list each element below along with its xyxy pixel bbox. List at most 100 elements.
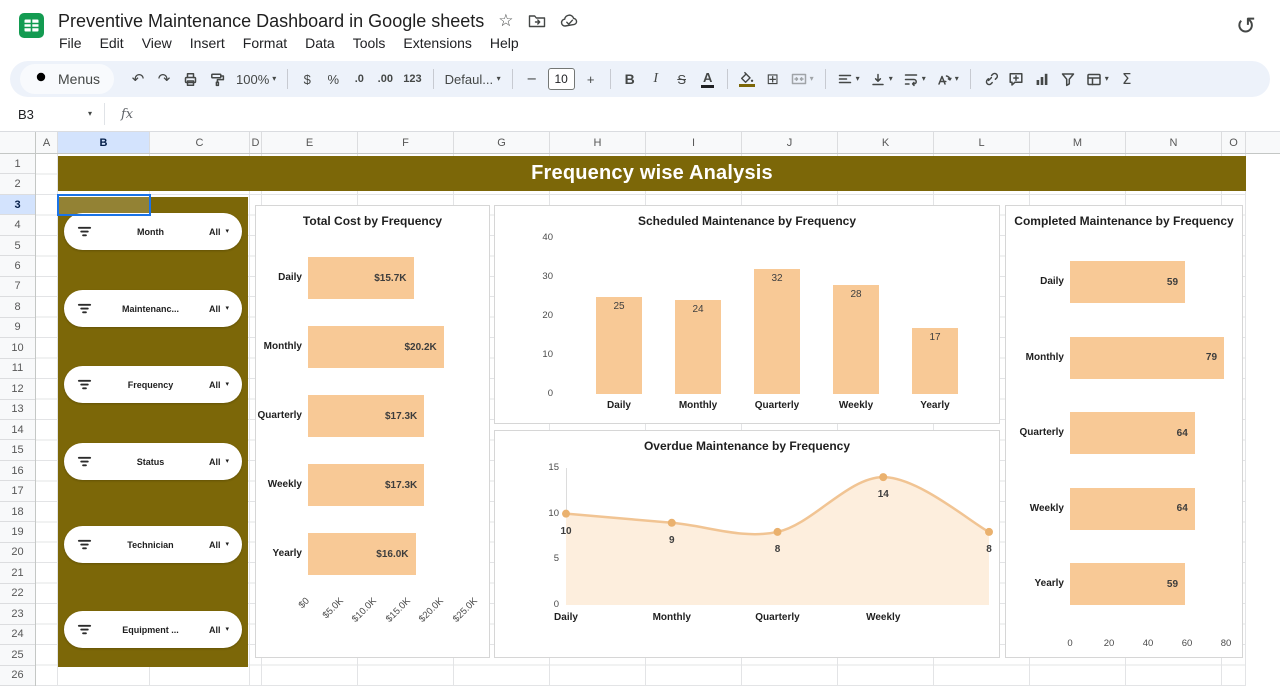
row-header-21[interactable]: 21 — [0, 563, 35, 583]
text-rotation-button[interactable]: ▾ — [932, 66, 963, 92]
print-button[interactable] — [178, 66, 203, 92]
menu-insert[interactable]: Insert — [181, 32, 234, 54]
filter-control-technician[interactable]: TechnicianAll▾ — [64, 526, 242, 563]
decrease-decimal-button[interactable]: .0 — [347, 66, 371, 92]
row-header-24[interactable]: 24 — [0, 625, 35, 645]
row-header-5[interactable]: 5 — [0, 236, 35, 256]
version-history-icon[interactable]: ↺ — [1236, 12, 1256, 40]
filter-control-month[interactable]: MonthAll▾ — [64, 213, 242, 250]
italic-button[interactable]: I — [644, 66, 668, 92]
row-header-26[interactable]: 26 — [0, 666, 35, 686]
format-percent-button[interactable]: % — [321, 66, 345, 92]
menu-edit[interactable]: Edit — [91, 32, 133, 54]
column-header-g[interactable]: G — [454, 132, 550, 153]
row-header-22[interactable]: 22 — [0, 584, 35, 604]
column-header-b[interactable]: B — [58, 132, 150, 153]
row-header-3[interactable]: 3 — [0, 195, 35, 215]
fill-color-button[interactable] — [735, 66, 759, 92]
horizontal-align-button[interactable]: ▾ — [833, 66, 864, 92]
increase-decimal-button[interactable]: .00 — [373, 66, 397, 92]
undo-button[interactable]: ↶ — [126, 66, 150, 92]
row-header-18[interactable]: 18 — [0, 502, 35, 522]
format-currency-button[interactable]: $ — [295, 66, 319, 92]
row-header-17[interactable]: 17 — [0, 481, 35, 501]
menu-tools[interactable]: Tools — [344, 32, 395, 54]
row-header-13[interactable]: 13 — [0, 400, 35, 420]
column-header-k[interactable]: K — [838, 132, 934, 153]
functions-button[interactable]: Σ — [1115, 66, 1139, 92]
text-color-button[interactable]: A — [696, 66, 720, 92]
insert-comment-button[interactable] — [1004, 66, 1028, 92]
menu-format[interactable]: Format — [234, 32, 296, 54]
chart-panel-total-cost[interactable]: Total Cost by FrequencyDaily$15.7KMonthl… — [255, 205, 490, 658]
insert-chart-button[interactable] — [1030, 66, 1054, 92]
move-folder-icon[interactable] — [528, 13, 546, 29]
row-header-19[interactable]: 19 — [0, 522, 35, 542]
row-header-15[interactable]: 15 — [0, 440, 35, 460]
insert-link-button[interactable] — [978, 66, 1002, 92]
menu-help[interactable]: Help — [481, 32, 528, 54]
filter-control-maintenanc[interactable]: Maintenanc...All▾ — [64, 290, 242, 327]
menu-data[interactable]: Data — [296, 32, 344, 54]
chart-panel-completed[interactable]: Completed Maintenance by FrequencyDaily5… — [1005, 205, 1243, 658]
row-header-1[interactable]: 1 — [0, 154, 35, 174]
filter-control-frequency[interactable]: FrequencyAll▾ — [64, 366, 242, 403]
text-wrap-button[interactable]: ▾ — [899, 66, 930, 92]
table-views-button[interactable]: ▾ — [1082, 66, 1113, 92]
column-header-l[interactable]: L — [934, 132, 1030, 153]
row-header-7[interactable]: 7 — [0, 277, 35, 297]
decrease-font-size-button[interactable]: − — [520, 66, 544, 92]
row-header-2[interactable]: 2 — [0, 174, 35, 194]
row-header-11[interactable]: 11 — [0, 359, 35, 379]
row-header-10[interactable]: 10 — [0, 338, 35, 358]
row-header-14[interactable]: 14 — [0, 420, 35, 440]
font-size-input[interactable]: 10 — [548, 68, 575, 90]
document-title[interactable]: Preventive Maintenance Dashboard in Goog… — [58, 11, 484, 32]
create-filter-button[interactable] — [1056, 66, 1080, 92]
column-header-n[interactable]: N — [1126, 132, 1222, 153]
row-header-8[interactable]: 8 — [0, 297, 35, 317]
bold-button[interactable]: B — [618, 66, 642, 92]
strikethrough-button[interactable]: S — [670, 66, 694, 92]
filter-control-status[interactable]: StatusAll▾ — [64, 443, 242, 480]
column-header-j[interactable]: J — [742, 132, 838, 153]
row-header-12[interactable]: 12 — [0, 379, 35, 399]
menu-file[interactable]: File — [50, 32, 91, 54]
row-header-23[interactable]: 23 — [0, 604, 35, 624]
column-header-c[interactable]: C — [150, 132, 250, 153]
more-formats-button[interactable]: 123 — [399, 66, 425, 92]
chart-panel-scheduled[interactable]: Scheduled Maintenance by Frequency010203… — [494, 205, 1000, 424]
paint-format-button[interactable] — [205, 66, 230, 92]
column-header-f[interactable]: F — [358, 132, 454, 153]
chart-panel-overdue[interactable]: Overdue Maintenance by Frequency15105010… — [494, 430, 1000, 658]
formula-input[interactable] — [149, 97, 1280, 131]
menus-button[interactable]: Menus — [20, 64, 114, 94]
row-header-20[interactable]: 20 — [0, 543, 35, 563]
select-all-corner[interactable] — [0, 132, 36, 154]
column-header-a[interactable]: A — [36, 132, 58, 153]
zoom-dropdown[interactable]: 100%▾ — [232, 66, 280, 92]
row-header-6[interactable]: 6 — [0, 256, 35, 276]
font-dropdown[interactable]: Defaul...▾ — [441, 66, 505, 92]
increase-font-size-button[interactable]: + — [579, 66, 603, 92]
row-header-16[interactable]: 16 — [0, 461, 35, 481]
column-header-h[interactable]: H — [550, 132, 646, 153]
filter-control-equipment[interactable]: Equipment ...All▾ — [64, 611, 242, 648]
column-header-o[interactable]: O — [1222, 132, 1246, 153]
column-header-d[interactable]: D — [250, 132, 262, 153]
row-header-4[interactable]: 4 — [0, 215, 35, 235]
cloud-status-icon[interactable] — [560, 13, 580, 29]
row-header-25[interactable]: 25 — [0, 645, 35, 665]
vertical-align-button[interactable]: ▾ — [866, 66, 897, 92]
borders-button[interactable]: ⊞ — [761, 66, 785, 92]
merge-cells-button[interactable]: ▾ — [787, 66, 818, 92]
menu-extensions[interactable]: Extensions — [394, 32, 480, 54]
menu-view[interactable]: View — [133, 32, 181, 54]
star-icon[interactable]: ☆ — [498, 11, 513, 31]
column-header-i[interactable]: I — [646, 132, 742, 153]
row-header-9[interactable]: 9 — [0, 318, 35, 338]
name-box[interactable]: B3 ▾ — [0, 107, 104, 122]
column-header-m[interactable]: M — [1030, 132, 1126, 153]
column-header-e[interactable]: E — [262, 132, 358, 153]
redo-button[interactable]: ↷ — [152, 66, 176, 92]
